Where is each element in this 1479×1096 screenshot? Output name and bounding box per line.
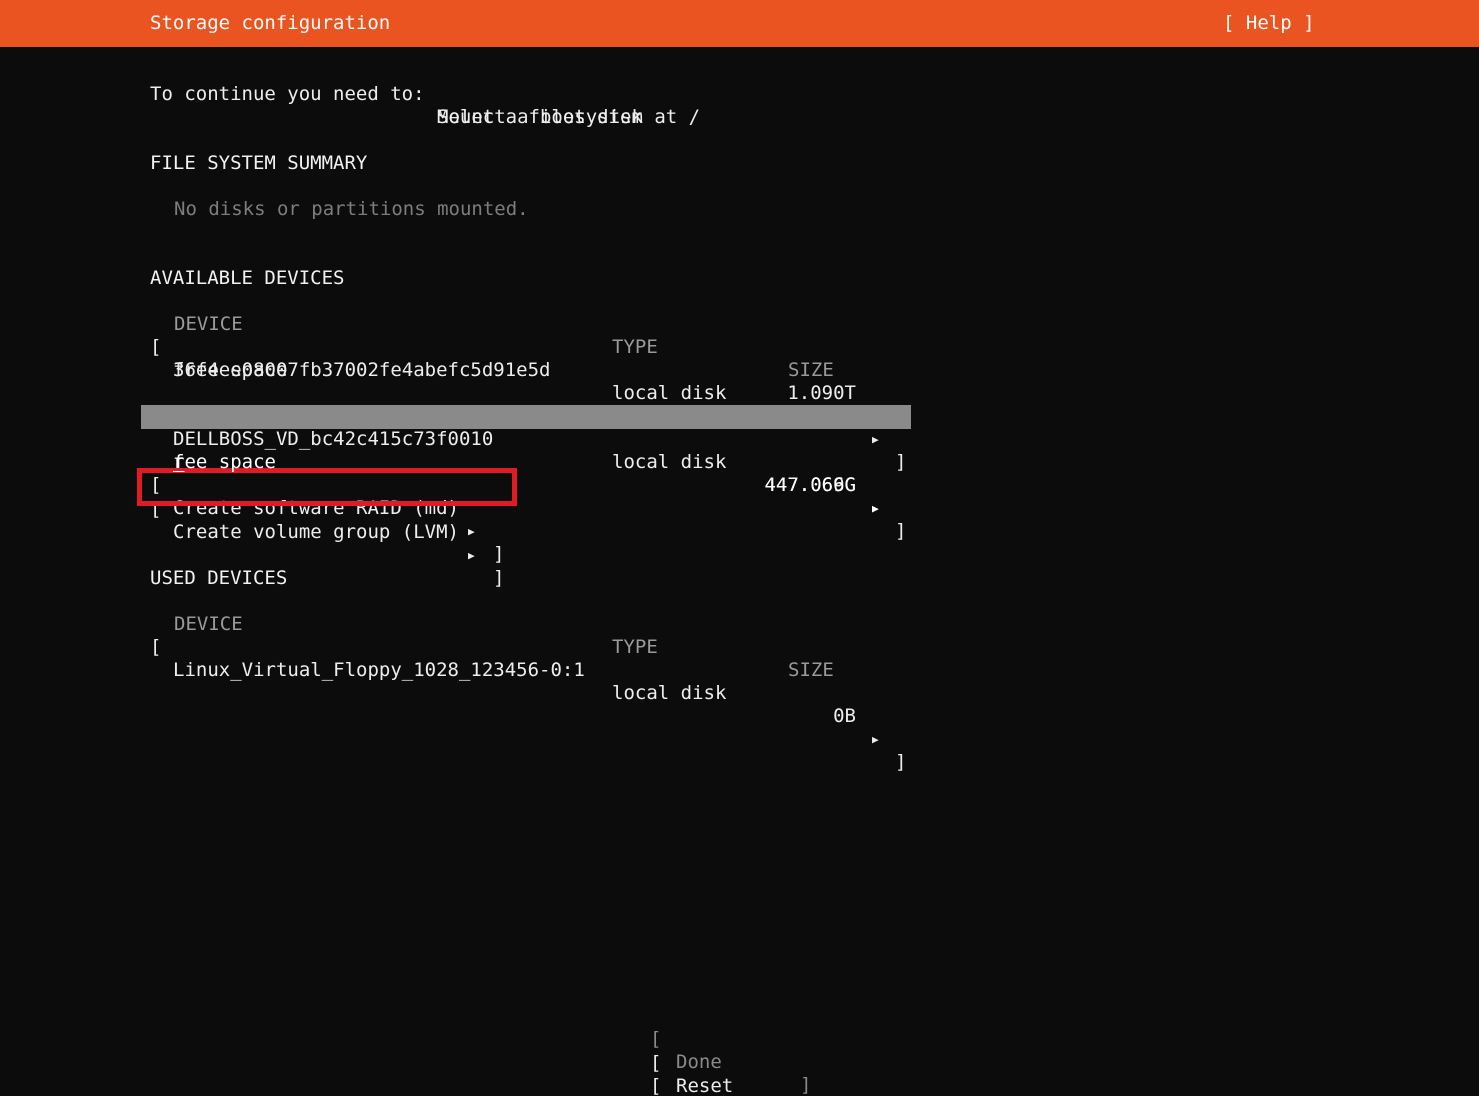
- file-system-summary-empty: No disks or partitions mounted.: [0, 175, 1479, 220]
- back-button[interactable]: [ Back ]: [0, 1052, 1479, 1096]
- used-devices-section: USED DEVICES: [0, 544, 1479, 589]
- free-space-size: 447.066G: [764, 474, 856, 496]
- no-mounts-message: No disks or partitions mounted.: [174, 198, 529, 220]
- expand-arrow-icon: ▶: [872, 733, 879, 746]
- page-title: Storage configuration: [150, 12, 391, 34]
- column-size: SIZE: [788, 359, 834, 381]
- storage-configuration-screen: Storage configuration [ Help ] To contin…: [0, 0, 1479, 1096]
- available-devices-column-header: DEVICE TYPE SIZE: [0, 290, 1479, 381]
- left-bracket: [: [150, 498, 162, 520]
- create-volume-group-label: Create volume group (LVM): [173, 521, 459, 543]
- left-bracket: [: [650, 1075, 662, 1096]
- free-space-label: free space: [173, 359, 288, 381]
- titlebar: Storage configuration [ Help ]: [0, 0, 1479, 47]
- device-name: DELLBOSS_VD_bc42c415c73f0010: [173, 428, 494, 450]
- device-row-disk1[interactable]: [ 36f4ee08007fb37002fe4abefc5d91e5d loca…: [0, 313, 1479, 473]
- right-bracket: ]: [800, 1074, 812, 1096]
- intro-line-1: To continue you need to: Mount a filesys…: [0, 60, 1479, 128]
- create-software-raid-label: Create software RAID (md): [173, 497, 459, 519]
- expand-arrow-icon: ▶: [872, 433, 879, 446]
- intro-line-2: Select a boot disk: [0, 83, 1479, 128]
- available-devices-heading: AVAILABLE DEVICES: [150, 267, 345, 289]
- free-space-row-disk2-selected[interactable]: f ree space 447.066G ▶: [0, 405, 1479, 515]
- used-devices-heading: USED DEVICES: [150, 567, 288, 589]
- column-size: SIZE: [788, 659, 834, 681]
- device-row-disk2[interactable]: [ DELLBOSS_VD_bc42c415c73f0010 local dis…: [0, 382, 1479, 542]
- right-bracket: ]: [895, 751, 907, 773]
- requirement-boot-disk: Select a boot disk: [437, 106, 643, 128]
- used-devices-column-header: DEVICE TYPE SIZE: [0, 590, 1479, 681]
- selection-highlight: [141, 405, 911, 429]
- available-devices-section: AVAILABLE DEVICES: [0, 244, 1479, 289]
- right-bracket: ]: [493, 567, 505, 589]
- file-system-summary-section: FILE SYSTEM SUMMARY: [0, 129, 1479, 174]
- reset-button[interactable]: [ Reset ]: [0, 1029, 1479, 1096]
- help-button[interactable]: [ Help ]: [1223, 0, 1315, 47]
- column-type: TYPE: [612, 636, 658, 658]
- expand-arrow-icon: ▶: [872, 502, 879, 515]
- file-system-summary-heading: FILE SYSTEM SUMMARY: [150, 152, 368, 174]
- device-row-virtual-floppy[interactable]: [ Linux_Virtual_Floppy_1028_123456-0:1 l…: [0, 613, 1479, 773]
- done-button[interactable]: [ Done ]: [0, 1005, 1479, 1096]
- right-bracket: ]: [895, 520, 907, 542]
- expand-arrow-icon: ▶: [468, 525, 475, 538]
- reset-button-label: Reset: [676, 1075, 734, 1096]
- device-type: local disk: [612, 682, 727, 704]
- device-size: 0B: [833, 705, 856, 727]
- left-bracket: [: [150, 636, 162, 658]
- device-name: Linux_Virtual_Floppy_1028_123456-0:1: [173, 659, 585, 681]
- free-space-row-disk1[interactable]: free space 1.090T ▶: [0, 336, 1479, 423]
